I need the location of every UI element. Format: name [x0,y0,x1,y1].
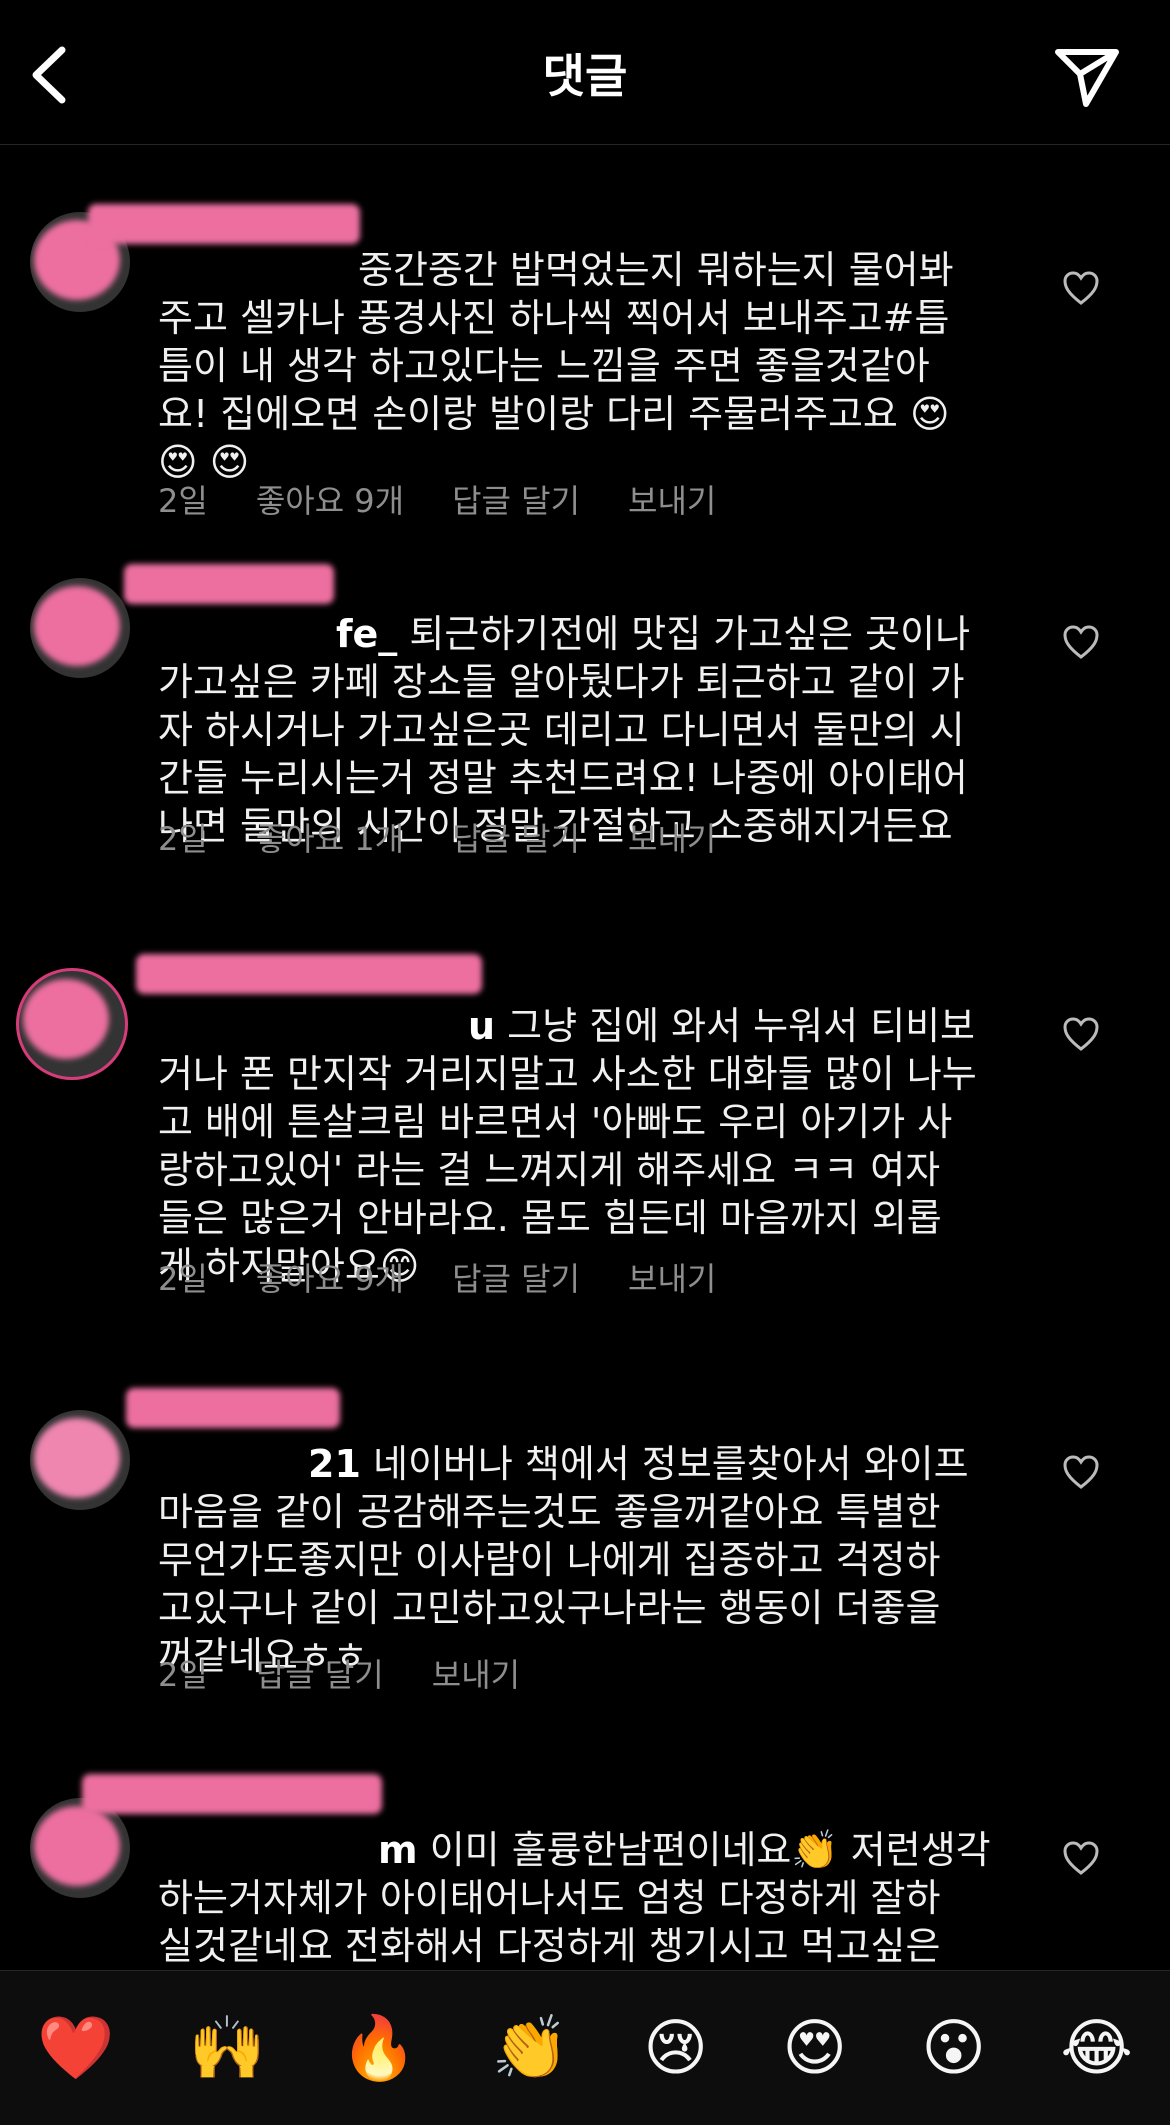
avatar[interactable] [30,1410,130,1510]
username[interactable]: u [468,1004,495,1048]
comment-list[interactable]: 중간중간 밥먹었는지 뭐하는지 물어봐 주고 셀카나 풍경사진 하나씩 찍어서 … [0,144,1170,1970]
send-button[interactable]: 보내기 [432,1650,520,1696]
tears-of-joy-emoji-icon[interactable]: 😂 [1060,2017,1132,2079]
comment-text: m 이미 훌륭한남편이네요👏 저런생각 하는거자체가 아이태어나서도 엄청 다정… [158,1828,991,1968]
raising-hands-emoji-icon[interactable]: 🙌 [189,2017,266,2079]
send-button[interactable]: 보내기 [628,1254,716,1300]
comment-meta: 2일 좋아요 1개 답글 달기 보내기 [158,814,716,860]
page-title: 댓글 [542,49,628,103]
heart-icon[interactable] [1062,270,1100,306]
reply-button[interactable]: 답글 달기 [256,1650,384,1696]
crying-face-emoji-icon[interactable]: 😢 [643,2017,708,2079]
username[interactable]: 21 [308,1442,361,1486]
fire-emoji-icon[interactable]: 🔥 [340,2017,417,2079]
comment-time: 2일 [158,482,208,520]
username[interactable]: m [378,1828,418,1872]
comment-time: 2일 [158,820,208,858]
avatar[interactable] [30,578,130,678]
like-count[interactable]: 좋아요 9개 [256,476,404,522]
comment-text: fe_ 퇴근하기전에 맛집 가고싶은 곳이나 가고싶은 카페 장소들 알아뒀다가… [158,612,971,848]
username[interactable]: fe_ [336,612,397,656]
comment-time: 2일 [158,1260,208,1298]
header-bar: 댓글 [0,0,1170,145]
clapping-hands-emoji-icon[interactable]: 👏 [492,2017,569,2079]
like-count[interactable]: 좋아요 1개 [256,814,404,860]
reply-button[interactable]: 답글 달기 [452,814,580,860]
comment-time: 2일 [158,1656,208,1694]
comment-meta: 2일 좋아요 9개 답글 달기 보내기 [158,1254,716,1300]
surprised-face-emoji-icon[interactable]: 😮 [921,2017,986,2079]
paper-plane-icon[interactable] [1052,44,1122,110]
heart-icon[interactable] [1062,1016,1100,1052]
red-heart-emoji-icon[interactable]: ❤️ [37,2017,114,2079]
avatar[interactable] [16,968,128,1080]
heart-eyes-emoji-icon[interactable]: 😍 [782,2017,847,2079]
comment-text: 중간중간 밥먹었는지 뭐하는지 물어봐 주고 셀카나 풍경사진 하나씩 찍어서 … [158,248,954,484]
comment-meta: 2일 좋아요 9개 답글 달기 보내기 [158,476,716,522]
comment-text: 21 네이버나 책에서 정보를찾아서 와이프 마음을 같이 공감해주는것도 좋을… [158,1442,969,1678]
reply-button[interactable]: 답글 달기 [452,1254,580,1300]
send-button[interactable]: 보내기 [628,814,716,860]
reply-button[interactable]: 답글 달기 [452,476,580,522]
emoji-reaction-bar: ❤️ 🙌 🔥 👏 😢 😍 😮 😂 [0,1970,1170,2125]
send-button[interactable]: 보내기 [628,476,716,522]
like-count[interactable]: 좋아요 9개 [256,1254,404,1300]
heart-icon[interactable] [1062,1454,1100,1490]
comment-meta: 2일 답글 달기 보내기 [158,1650,520,1696]
heart-icon[interactable] [1062,624,1100,660]
heart-icon[interactable] [1062,1840,1100,1876]
comment-text: u 그냥 집에 와서 누워서 티비보 거나 폰 만지작 거리지말고 사소한 대화… [158,1004,977,1288]
